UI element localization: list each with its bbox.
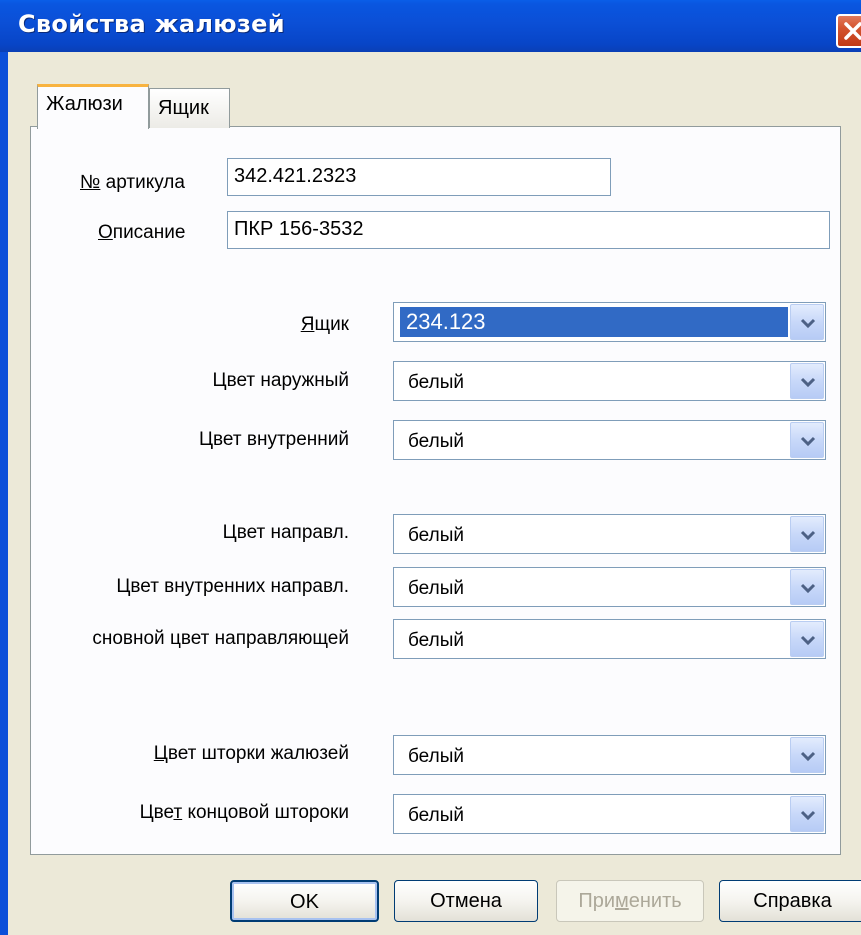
main-guide-color-select[interactable]: белый xyxy=(393,619,826,659)
inner-color-value: белый xyxy=(408,431,464,452)
inner-color-label: Цвет внутренний xyxy=(199,429,349,450)
chevron-down-icon xyxy=(800,436,816,447)
inner-guide-color-label: Цвет внутренних направл. xyxy=(116,576,349,597)
inner-guide-color-value: белый xyxy=(408,578,464,599)
chevron-down-icon xyxy=(800,810,816,821)
guide-color-select[interactable]: белый xyxy=(393,514,826,554)
guide-color-label: Цвет направл. xyxy=(222,522,349,543)
curtain-color-label: Цвет шторки жалюзей xyxy=(153,743,349,764)
tab-blinds[interactable]: Жалюзи xyxy=(37,84,149,129)
inner-color-dropdown-button[interactable] xyxy=(790,422,824,458)
main-guide-color-dropdown-button[interactable] xyxy=(790,621,824,657)
outer-color-dropdown-button[interactable] xyxy=(790,363,824,399)
description-input[interactable]: ПКР 156-3532 xyxy=(227,211,830,249)
end-curtain-color-select[interactable]: белый xyxy=(393,794,826,834)
tab-box[interactable]: Ящик xyxy=(149,88,230,128)
inner-guide-color-dropdown-button[interactable] xyxy=(790,569,824,605)
article-label: № артикула xyxy=(80,172,185,193)
inner-guide-color-select[interactable]: белый xyxy=(393,567,826,607)
curtain-color-select[interactable]: белый xyxy=(393,735,826,775)
guide-color-dropdown-button[interactable] xyxy=(790,516,824,552)
end-curtain-color-label: Цвет концовой штороки xyxy=(139,802,349,823)
apply-button[interactable]: Применить xyxy=(556,880,704,922)
main-guide-color-label: сновной цвет направляющей xyxy=(92,628,349,649)
outer-color-select[interactable]: белый xyxy=(393,361,826,401)
curtain-color-value: белый xyxy=(408,746,464,767)
main-guide-color-value: белый xyxy=(408,630,464,651)
dialog-window: Свойства жалюзей Жалюзи Ящик № артикула … xyxy=(0,0,861,935)
help-button[interactable]: Справка xyxy=(719,880,861,922)
guide-color-value: белый xyxy=(408,525,464,546)
chevron-down-icon xyxy=(800,751,816,762)
box-select[interactable]: 234.123 xyxy=(393,302,826,342)
outer-color-value: белый xyxy=(408,372,464,393)
article-input[interactable]: 342.421.2323 xyxy=(227,158,611,196)
box-select-value: 234.123 xyxy=(406,309,486,334)
chevron-down-icon xyxy=(800,377,816,388)
chevron-down-icon xyxy=(800,318,816,329)
box-dropdown-button[interactable] xyxy=(790,304,824,340)
tab-blinds-label: Жалюзи xyxy=(46,93,123,115)
window-title: Свойства жалюзей xyxy=(18,10,285,38)
box-label: Ящик xyxy=(300,314,349,335)
title-bar[interactable]: Свойства жалюзей xyxy=(0,0,861,52)
end-curtain-color-value: белый xyxy=(408,805,464,826)
chevron-down-icon xyxy=(800,583,816,594)
curtain-color-dropdown-button[interactable] xyxy=(790,737,824,773)
outer-color-label: Цвет наружный xyxy=(212,370,349,391)
ok-button[interactable]: OK xyxy=(230,880,379,922)
chevron-down-icon xyxy=(800,530,816,541)
description-label: Описание xyxy=(98,222,186,243)
tab-box-label: Ящик xyxy=(158,97,209,119)
cancel-button[interactable]: Отмена xyxy=(394,880,538,922)
close-button[interactable] xyxy=(836,14,861,48)
inner-color-select[interactable]: белый xyxy=(393,420,826,460)
end-curtain-color-dropdown-button[interactable] xyxy=(790,796,824,832)
close-icon xyxy=(844,22,861,40)
chevron-down-icon xyxy=(800,635,816,646)
